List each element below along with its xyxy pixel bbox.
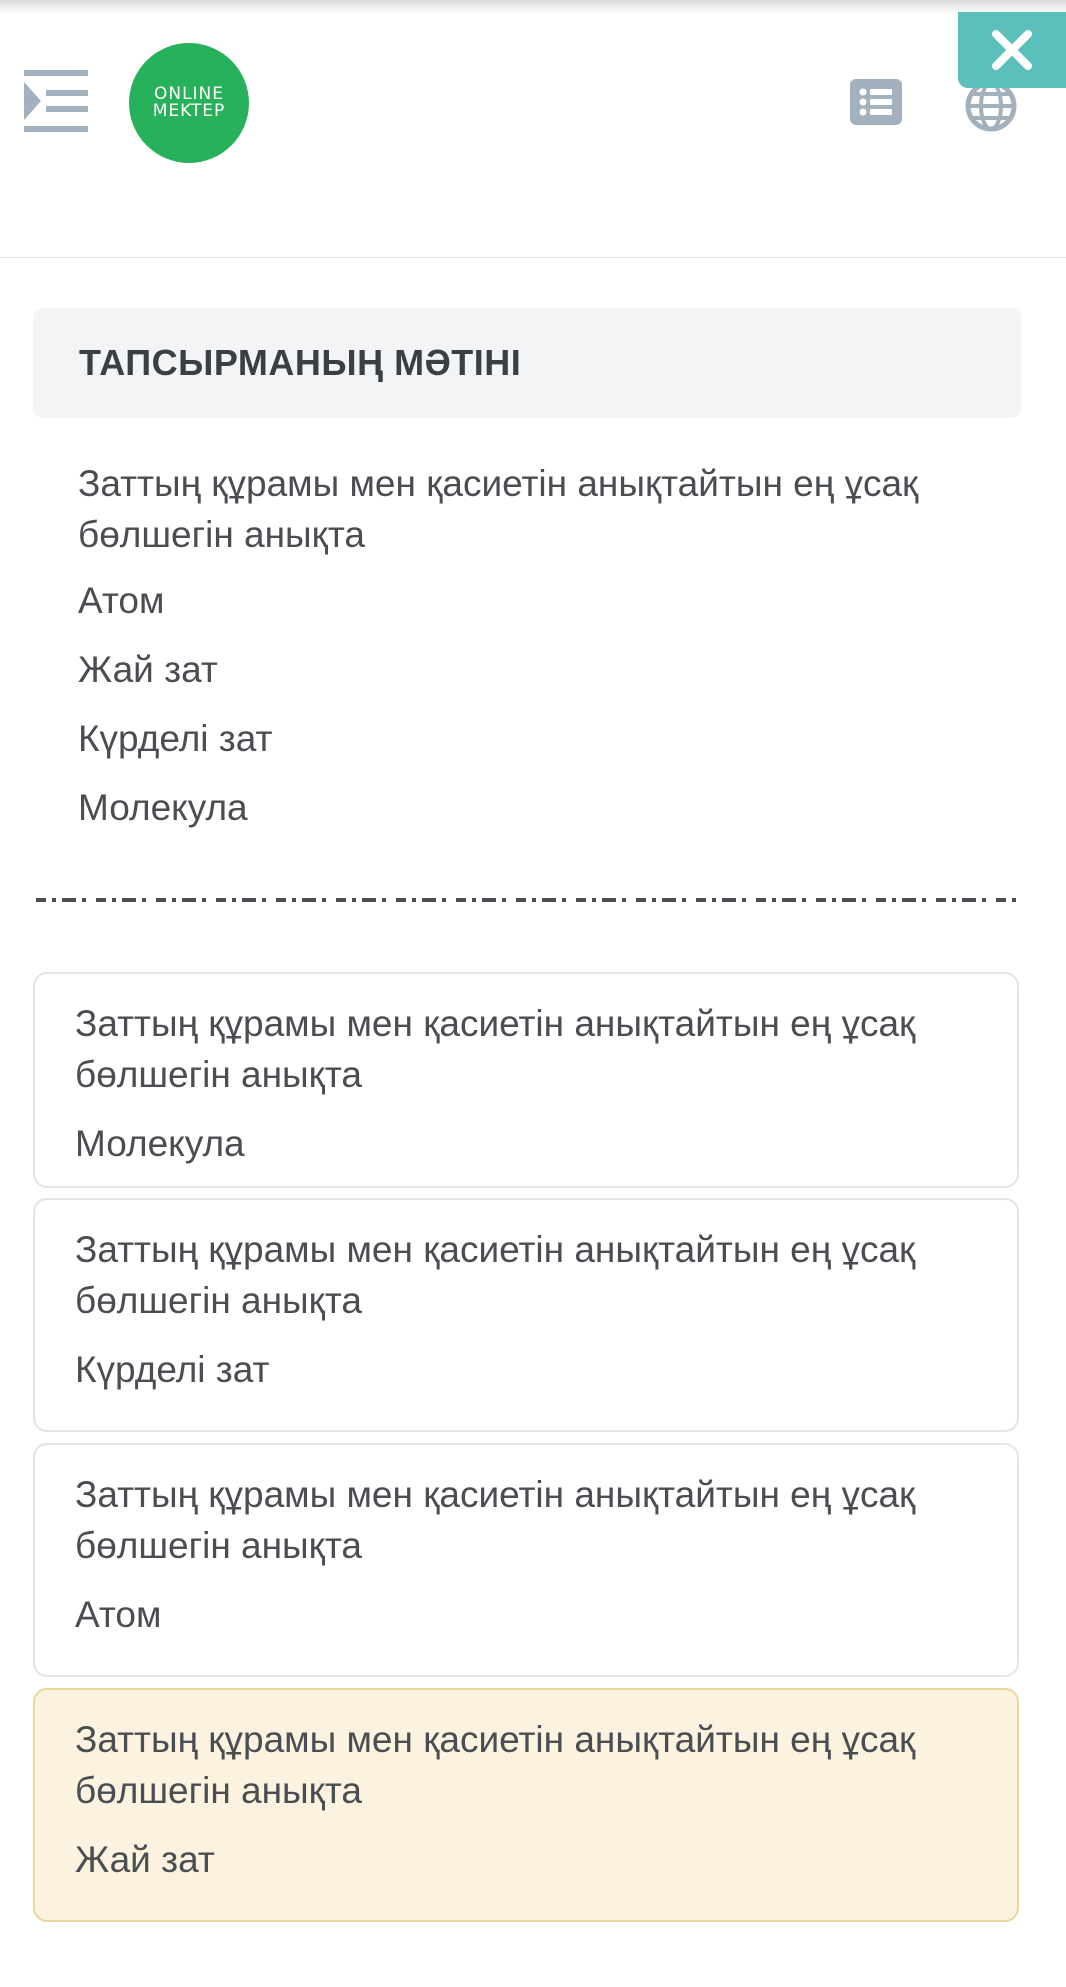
header-divider xyxy=(0,257,1066,258)
option-item[interactable]: Жай зат xyxy=(78,635,273,704)
close-icon xyxy=(992,30,1032,70)
answer-card[interactable]: Заттың құрамы мен қасиетін анықтайтын ең… xyxy=(33,1443,1019,1677)
answer-card[interactable]: Заттың құрамы мен қасиетін анықтайтын ең… xyxy=(33,1198,1019,1432)
answer-card-question: Заттың құрамы мен қасиетін анықтайтын ең… xyxy=(75,1229,916,1321)
dashed-separator xyxy=(36,898,1018,902)
answer-card-selected[interactable]: Заттың құрамы мен қасиетін анықтайтын ең… xyxy=(33,1688,1019,1922)
answer-card[interactable]: Заттың құрамы мен қасиетін анықтайтын ең… xyxy=(33,972,1019,1188)
answer-card-answer: Атом xyxy=(75,1594,162,1635)
option-item[interactable]: Күрделі зат xyxy=(78,704,273,773)
task-options: Атом Жай зат Күрделі зат Молекула xyxy=(78,566,273,842)
logo-text-line2: MEKTEP xyxy=(152,101,226,121)
menu-toggle-icon[interactable] xyxy=(24,68,94,134)
option-item[interactable]: Молекула xyxy=(78,773,273,842)
answer-card-answer: Күрделі зат xyxy=(75,1349,270,1390)
option-item[interactable]: Атом xyxy=(78,566,273,635)
list-icon[interactable] xyxy=(850,79,902,125)
close-button[interactable] xyxy=(958,12,1066,88)
task-title: ТАПСЫРМАНЫҢ МӘТІНІ xyxy=(79,342,522,383)
answer-card-question: Заттың құрамы мен қасиетін анықтайтын ең… xyxy=(75,1719,916,1811)
task-question: Заттың құрамы мен қасиетін анықтайтын ең… xyxy=(78,463,919,555)
answer-card-question: Заттың құрамы мен қасиетін анықтайтын ең… xyxy=(75,1003,916,1095)
answer-card-answer: Жай зат xyxy=(75,1839,215,1880)
task-title-box: ТАПСЫРМАНЫҢ МӘТІНІ xyxy=(33,308,1021,418)
answer-card-answer: Молекула xyxy=(75,1123,245,1164)
online-mektep-logo[interactable]: ONLINE MEKTEP xyxy=(129,43,249,163)
app-header: ONLINE MEKTEP xyxy=(0,0,1066,258)
answer-card-question: Заттың құрамы мен қасиетін анықтайтын ең… xyxy=(75,1474,916,1566)
